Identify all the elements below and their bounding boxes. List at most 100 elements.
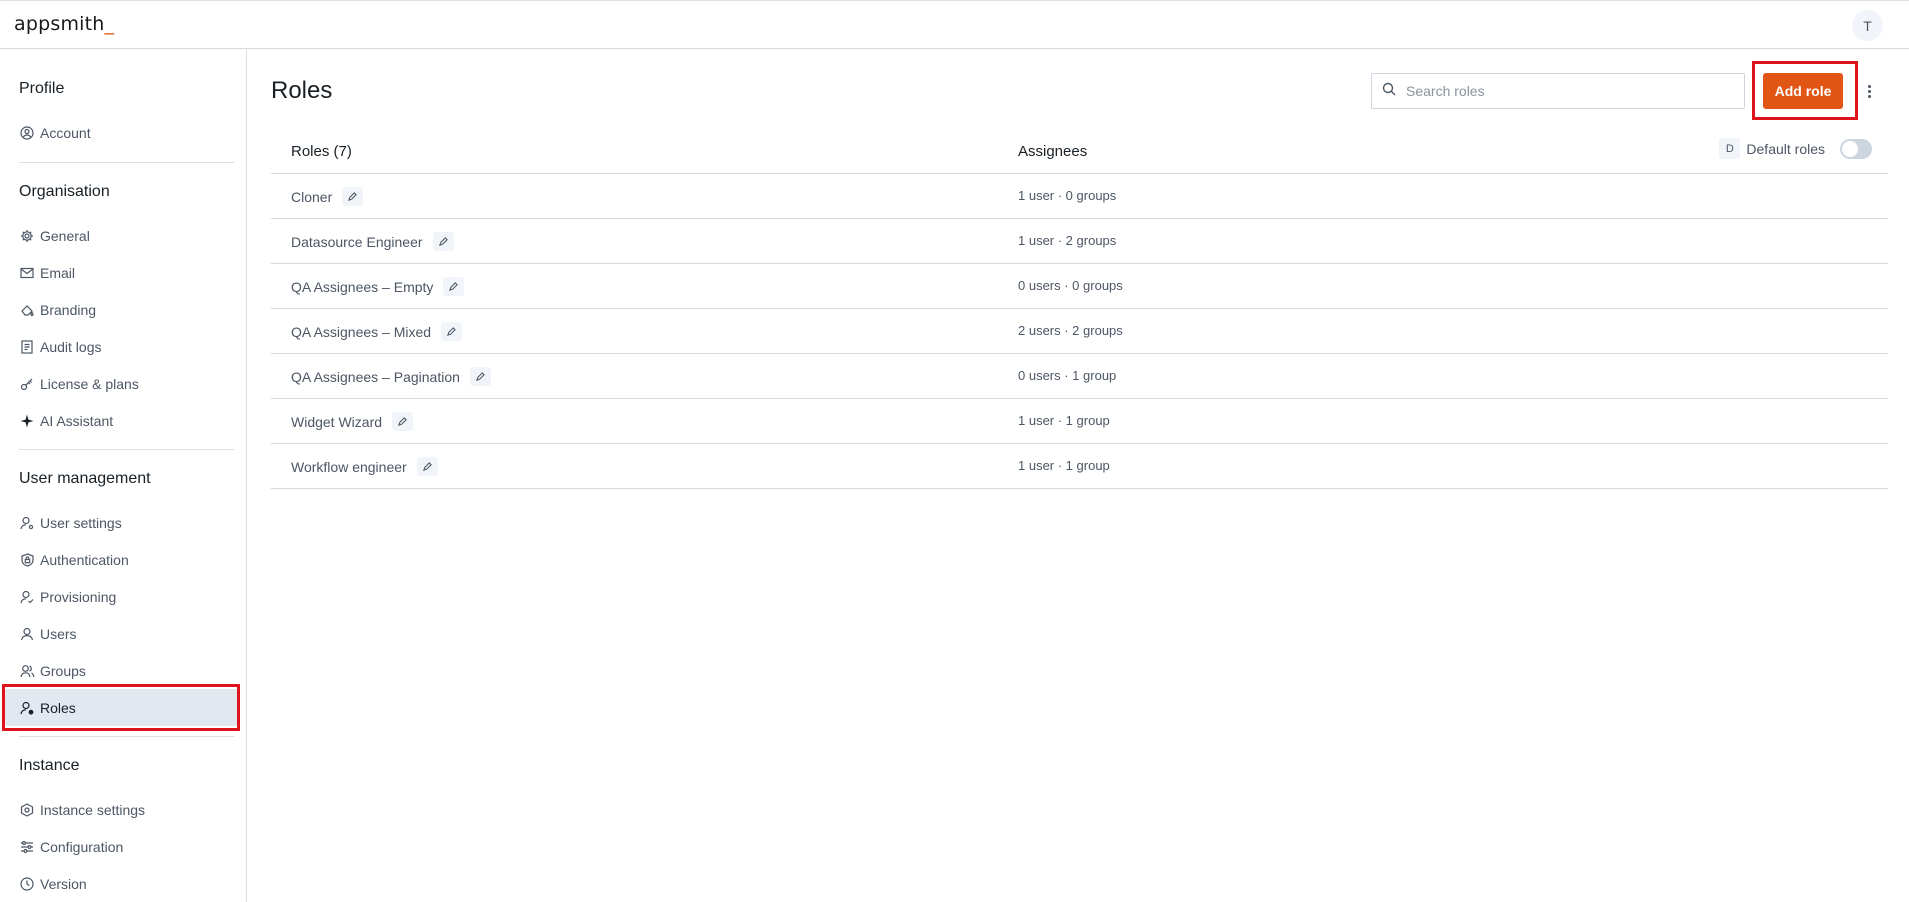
sidebar-item-instance-settings[interactable]: Instance settings [5, 791, 238, 828]
hexagon-gear-icon [19, 802, 35, 818]
paint-bucket-icon [19, 302, 35, 318]
search-icon [1382, 82, 1396, 101]
column-header-roles: Roles (7) [291, 143, 352, 160]
role-name[interactable]: Datasource Engineer [291, 234, 423, 250]
sidebar-item-email[interactable]: Email [5, 254, 238, 291]
edit-pencil-icon[interactable] [432, 232, 454, 251]
sidebar-item-general[interactable]: General [5, 217, 238, 254]
edit-pencil-icon[interactable] [416, 457, 438, 476]
sidebar-item-roles[interactable]: Roles [5, 689, 238, 726]
gear-icon [19, 228, 35, 244]
more-options-icon[interactable] [1861, 81, 1877, 101]
edit-pencil-icon[interactable] [469, 367, 491, 386]
add-role-button[interactable]: Add role [1763, 73, 1843, 109]
sidebar-item-label: Instance settings [40, 801, 146, 818]
user-gear-icon [19, 515, 35, 531]
sparkle-icon [19, 413, 35, 429]
table-row[interactable]: Datasource Engineer 1 user · 2 groups [271, 219, 1888, 264]
user-role-icon [19, 700, 35, 716]
sidebar-item-label: License & plans [40, 375, 139, 392]
search-input[interactable] [1406, 83, 1726, 99]
role-name[interactable]: QA Assignees – Pagination [291, 369, 460, 385]
sidebar-item-label: Users [40, 625, 77, 642]
sidebar-item-label: Version [40, 875, 87, 892]
user-check-icon [19, 589, 35, 605]
sidebar-item-provisioning[interactable]: Provisioning [5, 578, 238, 615]
main-content: Roles Add role Roles (7) Assignees D Def… [248, 49, 1909, 902]
table-row[interactable]: Widget Wizard 1 user · 1 group [271, 399, 1888, 444]
edit-pencil-icon[interactable] [443, 277, 465, 296]
table-row[interactable]: Cloner 1 user · 0 groups [271, 174, 1888, 219]
appsmith-logo[interactable]: appsmith_ [14, 13, 114, 35]
sidebar-item-groups[interactable]: Groups [5, 652, 238, 689]
roles-table-header: Roles (7) Assignees D Default roles [271, 131, 1888, 174]
key-icon [19, 376, 35, 392]
sidebar-item-configuration[interactable]: Configuration [5, 828, 238, 865]
sliders-icon [19, 839, 35, 855]
users-icon [19, 663, 35, 679]
sidebar-item-label: Email [40, 264, 76, 281]
sidebar-divider [19, 449, 234, 450]
table-row[interactable]: Workflow engineer 1 user · 1 group [271, 444, 1888, 489]
edit-pencil-icon[interactable] [441, 322, 463, 341]
role-assignees: 1 user · 1 group [1018, 458, 1110, 473]
role-name[interactable]: Workflow engineer [291, 459, 407, 475]
role-assignees: 2 users · 2 groups [1018, 323, 1123, 338]
sidebar-item-audit-logs[interactable]: Audit logs [5, 328, 238, 365]
sidebar-item-label: Audit logs [40, 338, 102, 355]
clock-icon [19, 876, 35, 892]
page-title: Roles [271, 77, 333, 104]
sidebar-item-label: Branding [40, 301, 97, 318]
table-row[interactable]: QA Assignees – Pagination 0 users · 1 gr… [271, 354, 1888, 399]
sidebar-item-label: General [40, 227, 90, 244]
sidebar-divider [19, 736, 234, 737]
top-bar: appsmith_ T [0, 0, 1909, 49]
sidebar-item-version[interactable]: Version [5, 865, 238, 902]
sidebar-item-label: Groups [40, 662, 86, 679]
default-roles-toggle[interactable] [1840, 138, 1872, 159]
mail-icon [19, 265, 35, 281]
sidebar-item-label: Configuration [40, 838, 124, 855]
sidebar-item-label: Provisioning [40, 588, 117, 605]
roles-table-body: Cloner 1 user · 0 groups Datasource Engi… [271, 174, 1888, 489]
settings-sidebar: Profile Account Organisation General Ema… [0, 49, 247, 902]
role-assignees: 1 user · 2 groups [1018, 233, 1117, 248]
logo-cursor: _ [104, 13, 115, 35]
sidebar-item-label: Account [40, 124, 91, 141]
table-row[interactable]: QA Assignees – Mixed 2 users · 2 groups [271, 309, 1888, 354]
sidebar-item-user-settings[interactable]: User settings [5, 504, 238, 541]
user-circle-icon [19, 125, 35, 141]
shield-lock-icon [19, 552, 35, 568]
sidebar-item-label: Authentication [40, 551, 129, 568]
role-assignees: 0 users · 0 groups [1018, 278, 1123, 293]
column-header-assignees: Assignees [1018, 143, 1088, 160]
role-name[interactable]: Widget Wizard [291, 414, 382, 430]
shortcut-key-badge: D [1719, 138, 1741, 159]
role-name[interactable]: QA Assignees – Empty [291, 279, 433, 295]
sidebar-divider [19, 162, 234, 163]
sidebar-item-ai-assistant[interactable]: AI Assistant [5, 402, 238, 439]
role-name[interactable]: Cloner [291, 189, 332, 205]
edit-pencil-icon[interactable] [392, 412, 414, 431]
role-name[interactable]: QA Assignees – Mixed [291, 324, 431, 340]
user-icon [19, 626, 35, 642]
default-roles-label: Default roles [1746, 140, 1825, 157]
sidebar-item-branding[interactable]: Branding [5, 291, 238, 328]
edit-pencil-icon[interactable] [342, 187, 364, 206]
role-assignees: 0 users · 1 group [1018, 368, 1117, 383]
default-roles-control: D Default roles [1719, 138, 1872, 159]
avatar[interactable]: T [1852, 10, 1883, 41]
section-title-organisation: Organisation [19, 183, 110, 200]
section-title-instance: Instance [19, 757, 80, 774]
table-row[interactable]: QA Assignees – Empty 0 users · 0 groups [271, 264, 1888, 309]
role-assignees: 1 user · 0 groups [1018, 188, 1117, 203]
sidebar-item-users[interactable]: Users [5, 615, 238, 652]
section-title-user-management: User management [19, 470, 151, 487]
search-box[interactable] [1371, 73, 1745, 109]
sidebar-item-license-plans[interactable]: License & plans [5, 365, 238, 402]
sidebar-item-label: User settings [40, 514, 122, 531]
logo-text: appsmith [14, 13, 105, 35]
sidebar-item-account[interactable]: Account [5, 114, 238, 151]
role-assignees: 1 user · 1 group [1018, 413, 1110, 428]
sidebar-item-authentication[interactable]: Authentication [5, 541, 238, 578]
